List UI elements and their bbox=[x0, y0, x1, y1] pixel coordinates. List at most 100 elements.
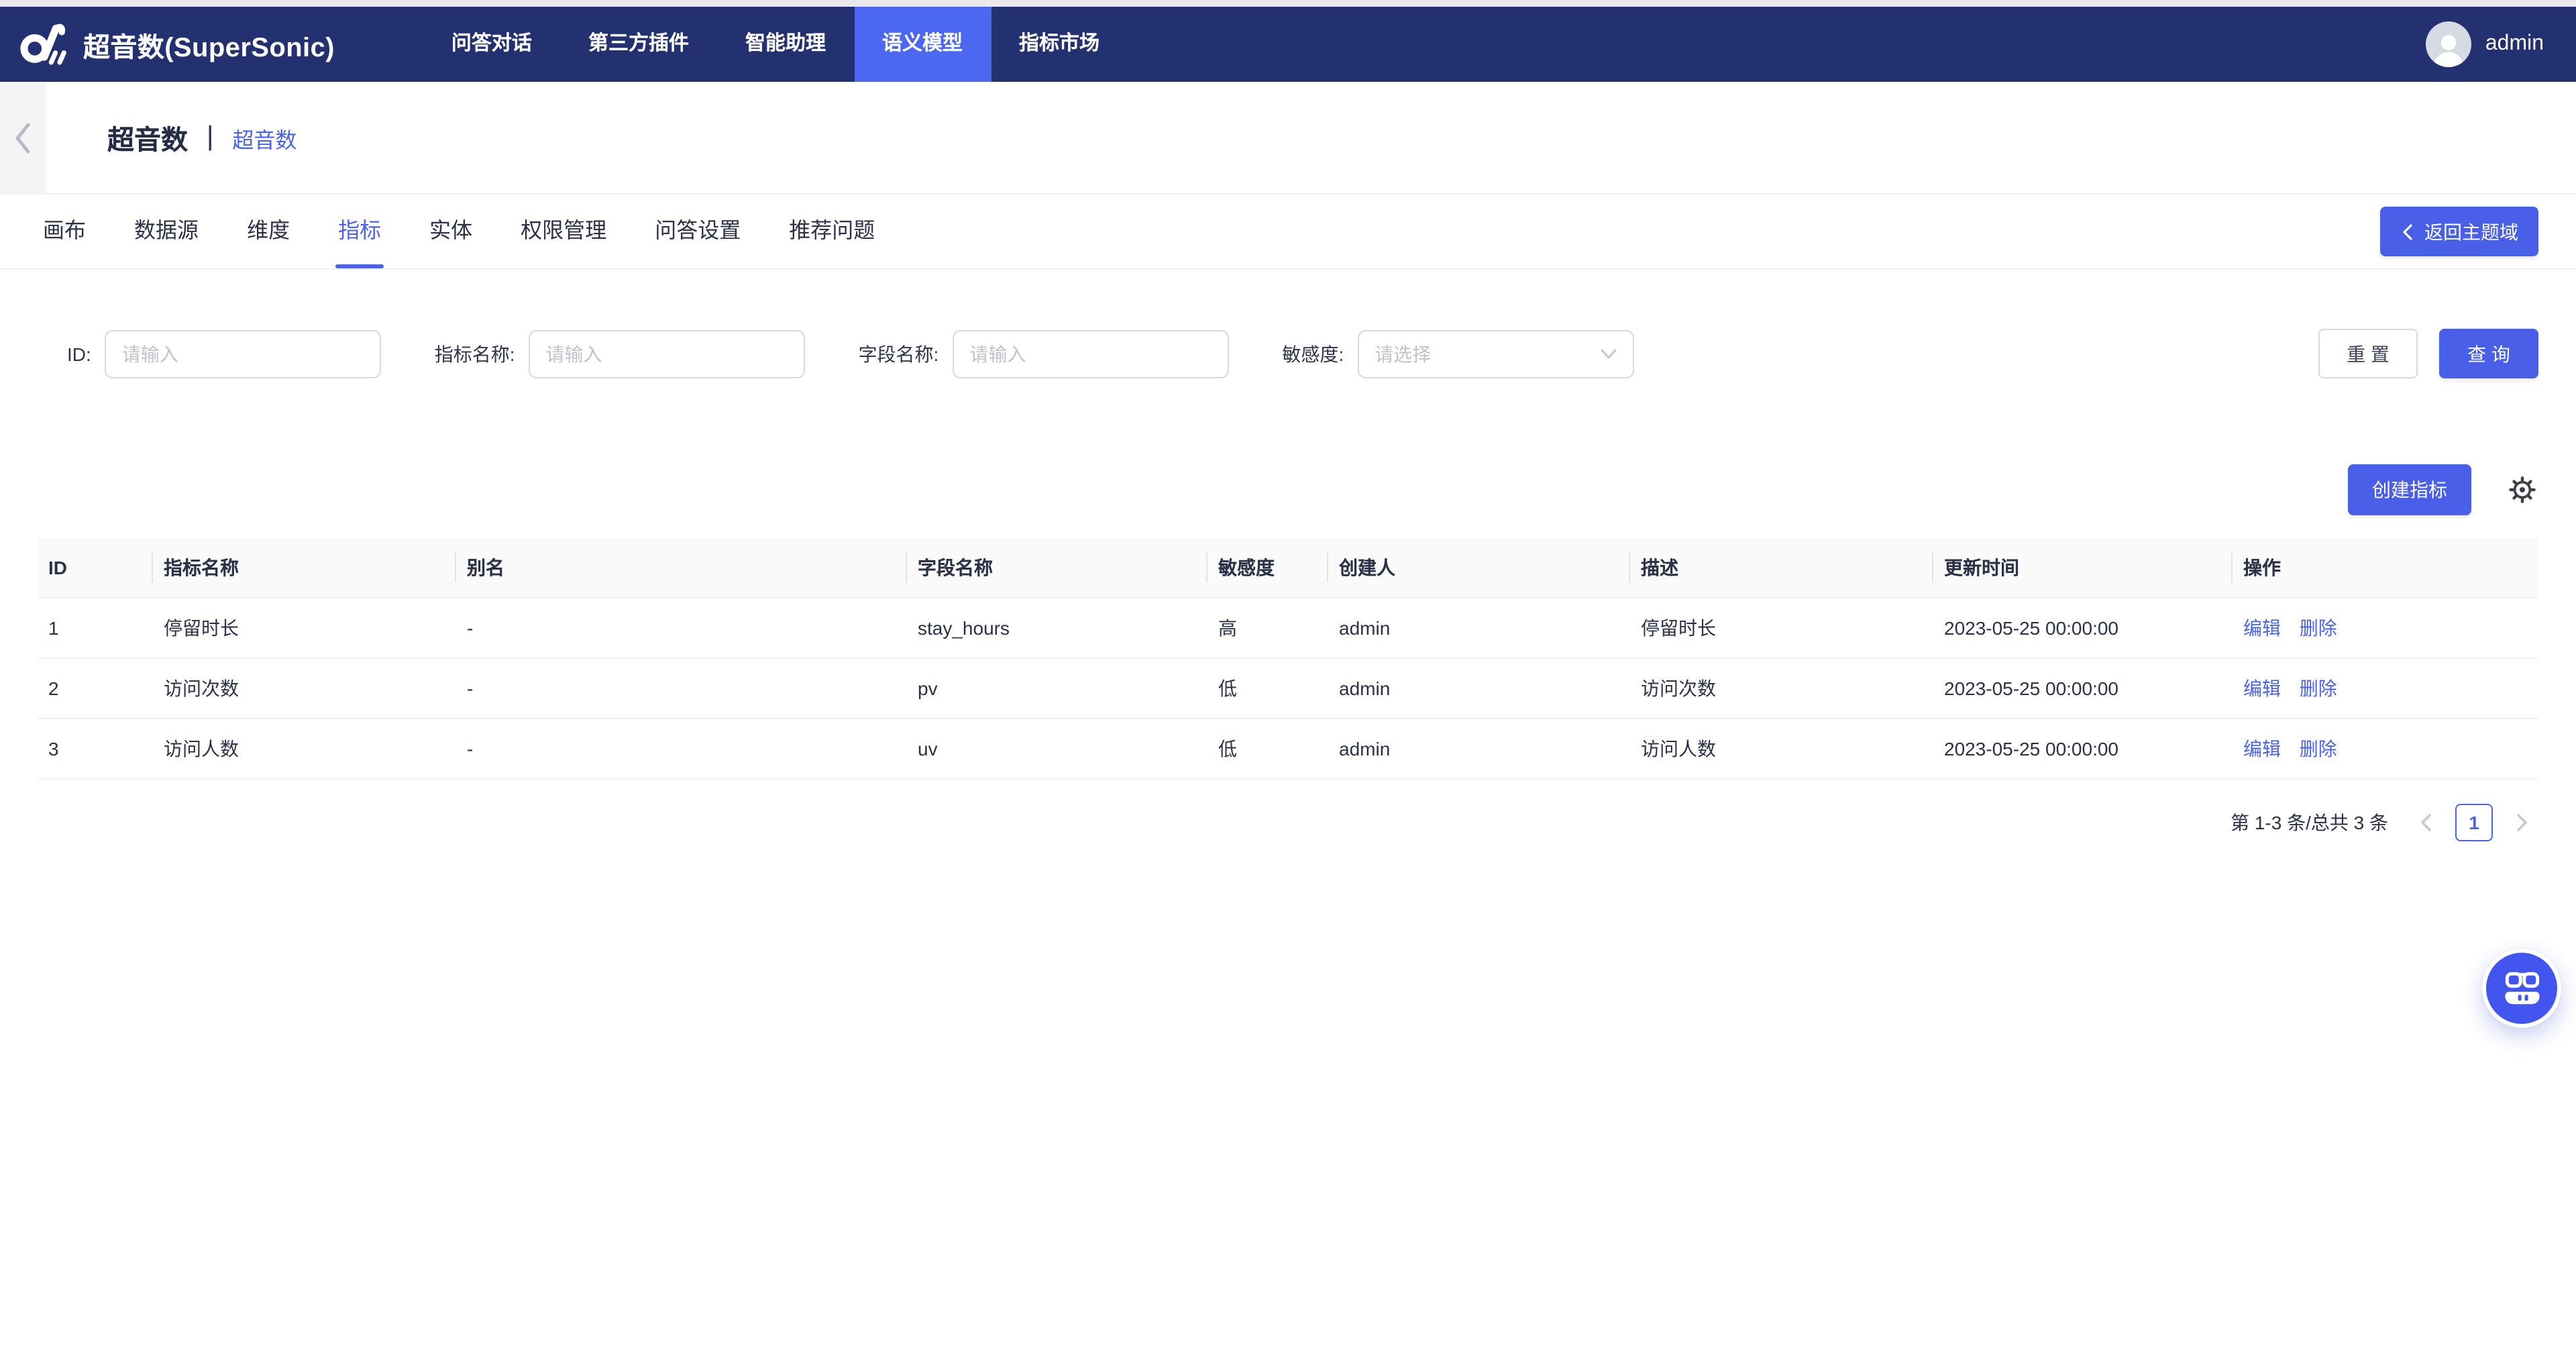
filter-buttons: 重 置 查 询 bbox=[2318, 329, 2538, 378]
cell-name: 访问人数 bbox=[153, 719, 456, 779]
filter-id-label: ID: bbox=[67, 343, 91, 364]
filter-field-name-input[interactable] bbox=[952, 329, 1228, 378]
cell-creator: admin bbox=[1328, 598, 1630, 658]
cell-alias: - bbox=[456, 598, 907, 658]
col-actions: 操作 bbox=[2233, 538, 2538, 598]
filter-field-name-label: 字段名称: bbox=[859, 340, 939, 367]
tab-recommend-questions[interactable]: 推荐问题 bbox=[786, 195, 877, 268]
nav-item-assistant[interactable]: 智能助理 bbox=[717, 7, 854, 82]
assistant-chat-button[interactable] bbox=[2482, 949, 2561, 1028]
cell-id: 3 bbox=[38, 719, 153, 779]
pagination-prev-button[interactable] bbox=[2410, 804, 2442, 841]
nav-item-qa-chat[interactable]: 问答对话 bbox=[423, 7, 560, 82]
page-title: 超音数 bbox=[107, 118, 188, 157]
filter-id-input[interactable] bbox=[105, 329, 381, 378]
delete-link[interactable]: 删除 bbox=[2300, 738, 2337, 759]
cell-sensitivity: 低 bbox=[1208, 719, 1328, 779]
select-placeholder: 请选择 bbox=[1375, 340, 1600, 367]
content-area: ID: 指标名称: 字段名称: 敏感度: 请选择 bbox=[0, 329, 2576, 841]
nav-item-metric-market[interactable]: 指标市场 bbox=[991, 7, 1128, 82]
tab-metric[interactable]: 指标 bbox=[335, 195, 384, 268]
cell-updated: 2023-05-25 00:00:00 bbox=[1933, 719, 2233, 779]
tab-entity[interactable]: 实体 bbox=[427, 195, 475, 268]
breadcrumb-current-link[interactable]: 超音数 bbox=[232, 121, 297, 154]
brand-title: 超音数(SuperSonic) bbox=[83, 25, 335, 64]
table-row: 1 停留时长 - stay_hours 高 admin 停留时长 2023-05… bbox=[38, 598, 2538, 658]
pagination-page-1[interactable]: 1 bbox=[2455, 804, 2493, 841]
filter-sensitivity: 敏感度: 请选择 bbox=[1282, 329, 1633, 378]
edit-link[interactable]: 编辑 bbox=[2243, 738, 2281, 759]
metrics-table: ID 指标名称 别名 字段名称 敏感度 创建人 描述 更新时间 操作 1 停留时… bbox=[38, 538, 2538, 780]
col-id: ID bbox=[38, 538, 153, 598]
col-field-name: 字段名称 bbox=[907, 538, 1208, 598]
filter-id: ID: bbox=[67, 329, 381, 378]
cell-alias: - bbox=[456, 719, 907, 779]
filter-bar: ID: 指标名称: 字段名称: 敏感度: 请选择 bbox=[38, 329, 2538, 378]
top-edge-strip bbox=[0, 0, 2576, 7]
tab-datasource[interactable]: 数据源 bbox=[131, 195, 201, 268]
create-metric-button[interactable]: 创建指标 bbox=[2348, 464, 2471, 515]
cell-updated: 2023-05-25 00:00:00 bbox=[1933, 598, 2233, 658]
cell-alias: - bbox=[456, 658, 907, 719]
chevron-left-icon bbox=[13, 121, 32, 154]
back-to-domain-button[interactable]: 返回主题域 bbox=[2380, 207, 2538, 256]
col-sensitivity: 敏感度 bbox=[1208, 538, 1328, 598]
brand[interactable]: 超音数(SuperSonic) bbox=[19, 19, 335, 70]
col-creator: 创建人 bbox=[1328, 538, 1630, 598]
delete-link[interactable]: 删除 bbox=[2300, 617, 2337, 639]
breadcrumb-separator: | bbox=[207, 122, 213, 153]
nav-item-plugins[interactable]: 第三方插件 bbox=[560, 7, 717, 82]
pagination-next-button[interactable] bbox=[2506, 804, 2538, 841]
col-metric-name: 指标名称 bbox=[153, 538, 456, 598]
filter-metric-name-label: 指标名称: bbox=[435, 340, 515, 367]
col-updated: 更新时间 bbox=[1933, 538, 2233, 598]
user-avatar-icon bbox=[2426, 21, 2472, 67]
col-description: 描述 bbox=[1630, 538, 1933, 598]
tab-canvas[interactable]: 画布 bbox=[40, 195, 89, 268]
cell-description: 访问次数 bbox=[1630, 658, 1933, 719]
filter-field-name: 字段名称: bbox=[859, 329, 1229, 378]
pagination: 第 1-3 条/总共 3 条 1 bbox=[38, 804, 2538, 841]
reset-button[interactable]: 重 置 bbox=[2318, 329, 2418, 378]
edit-link[interactable]: 编辑 bbox=[2243, 617, 2281, 639]
cell-name: 访问次数 bbox=[153, 658, 456, 719]
cell-sensitivity: 高 bbox=[1208, 598, 1328, 658]
app-root: 超音数(SuperSonic) 问答对话 第三方插件 智能助理 语义模型 指标市… bbox=[0, 0, 2576, 1362]
filter-metric-name-input[interactable] bbox=[529, 329, 805, 378]
cell-id: 1 bbox=[38, 598, 153, 658]
cell-id: 2 bbox=[38, 658, 153, 719]
cell-description: 停留时长 bbox=[1630, 598, 1933, 658]
cell-sensitivity: 低 bbox=[1208, 658, 1328, 719]
back-button[interactable] bbox=[0, 82, 46, 193]
cell-description: 访问人数 bbox=[1630, 719, 1933, 779]
settings-gear-icon[interactable] bbox=[2506, 474, 2538, 506]
chevron-left-icon bbox=[2419, 813, 2432, 832]
edit-link[interactable]: 编辑 bbox=[2243, 678, 2281, 699]
filter-sensitivity-select[interactable]: 请选择 bbox=[1357, 329, 1633, 378]
supersonic-note-icon bbox=[19, 19, 70, 70]
nav-item-semantic-model[interactable]: 语义模型 bbox=[854, 7, 991, 82]
cell-actions: 编辑 删除 bbox=[2233, 719, 2538, 779]
cell-creator: admin bbox=[1328, 719, 1630, 779]
cell-field: uv bbox=[907, 719, 1208, 779]
delete-link[interactable]: 删除 bbox=[2300, 678, 2337, 699]
cell-field: stay_hours bbox=[907, 598, 1208, 658]
tab-dimension[interactable]: 维度 bbox=[244, 195, 292, 268]
cell-field: pv bbox=[907, 658, 1208, 719]
table-header-row: ID 指标名称 别名 字段名称 敏感度 创建人 描述 更新时间 操作 bbox=[38, 538, 2538, 598]
col-alias: 别名 bbox=[456, 538, 907, 598]
back-to-domain-label: 返回主题域 bbox=[2424, 218, 2518, 245]
filter-sensitivity-label: 敏感度: bbox=[1282, 340, 1344, 367]
query-button[interactable]: 查 询 bbox=[2439, 329, 2538, 378]
tab-permission[interactable]: 权限管理 bbox=[518, 195, 609, 268]
chevron-right-icon bbox=[2516, 813, 2529, 832]
user-menu[interactable]: admin bbox=[2426, 21, 2544, 67]
nav-menu: 问答对话 第三方插件 智能助理 语义模型 指标市场 bbox=[423, 7, 1128, 82]
user-name: admin bbox=[2485, 32, 2544, 56]
tab-qa-settings[interactable]: 问答设置 bbox=[652, 195, 743, 268]
cell-creator: admin bbox=[1328, 658, 1630, 719]
chevron-down-icon bbox=[1600, 348, 1616, 359]
page-header: 超音数 | 超音数 bbox=[0, 82, 2576, 195]
top-nav-bar: 超音数(SuperSonic) 问答对话 第三方插件 智能助理 语义模型 指标市… bbox=[0, 7, 2576, 82]
chevron-left-icon bbox=[2400, 223, 2414, 240]
